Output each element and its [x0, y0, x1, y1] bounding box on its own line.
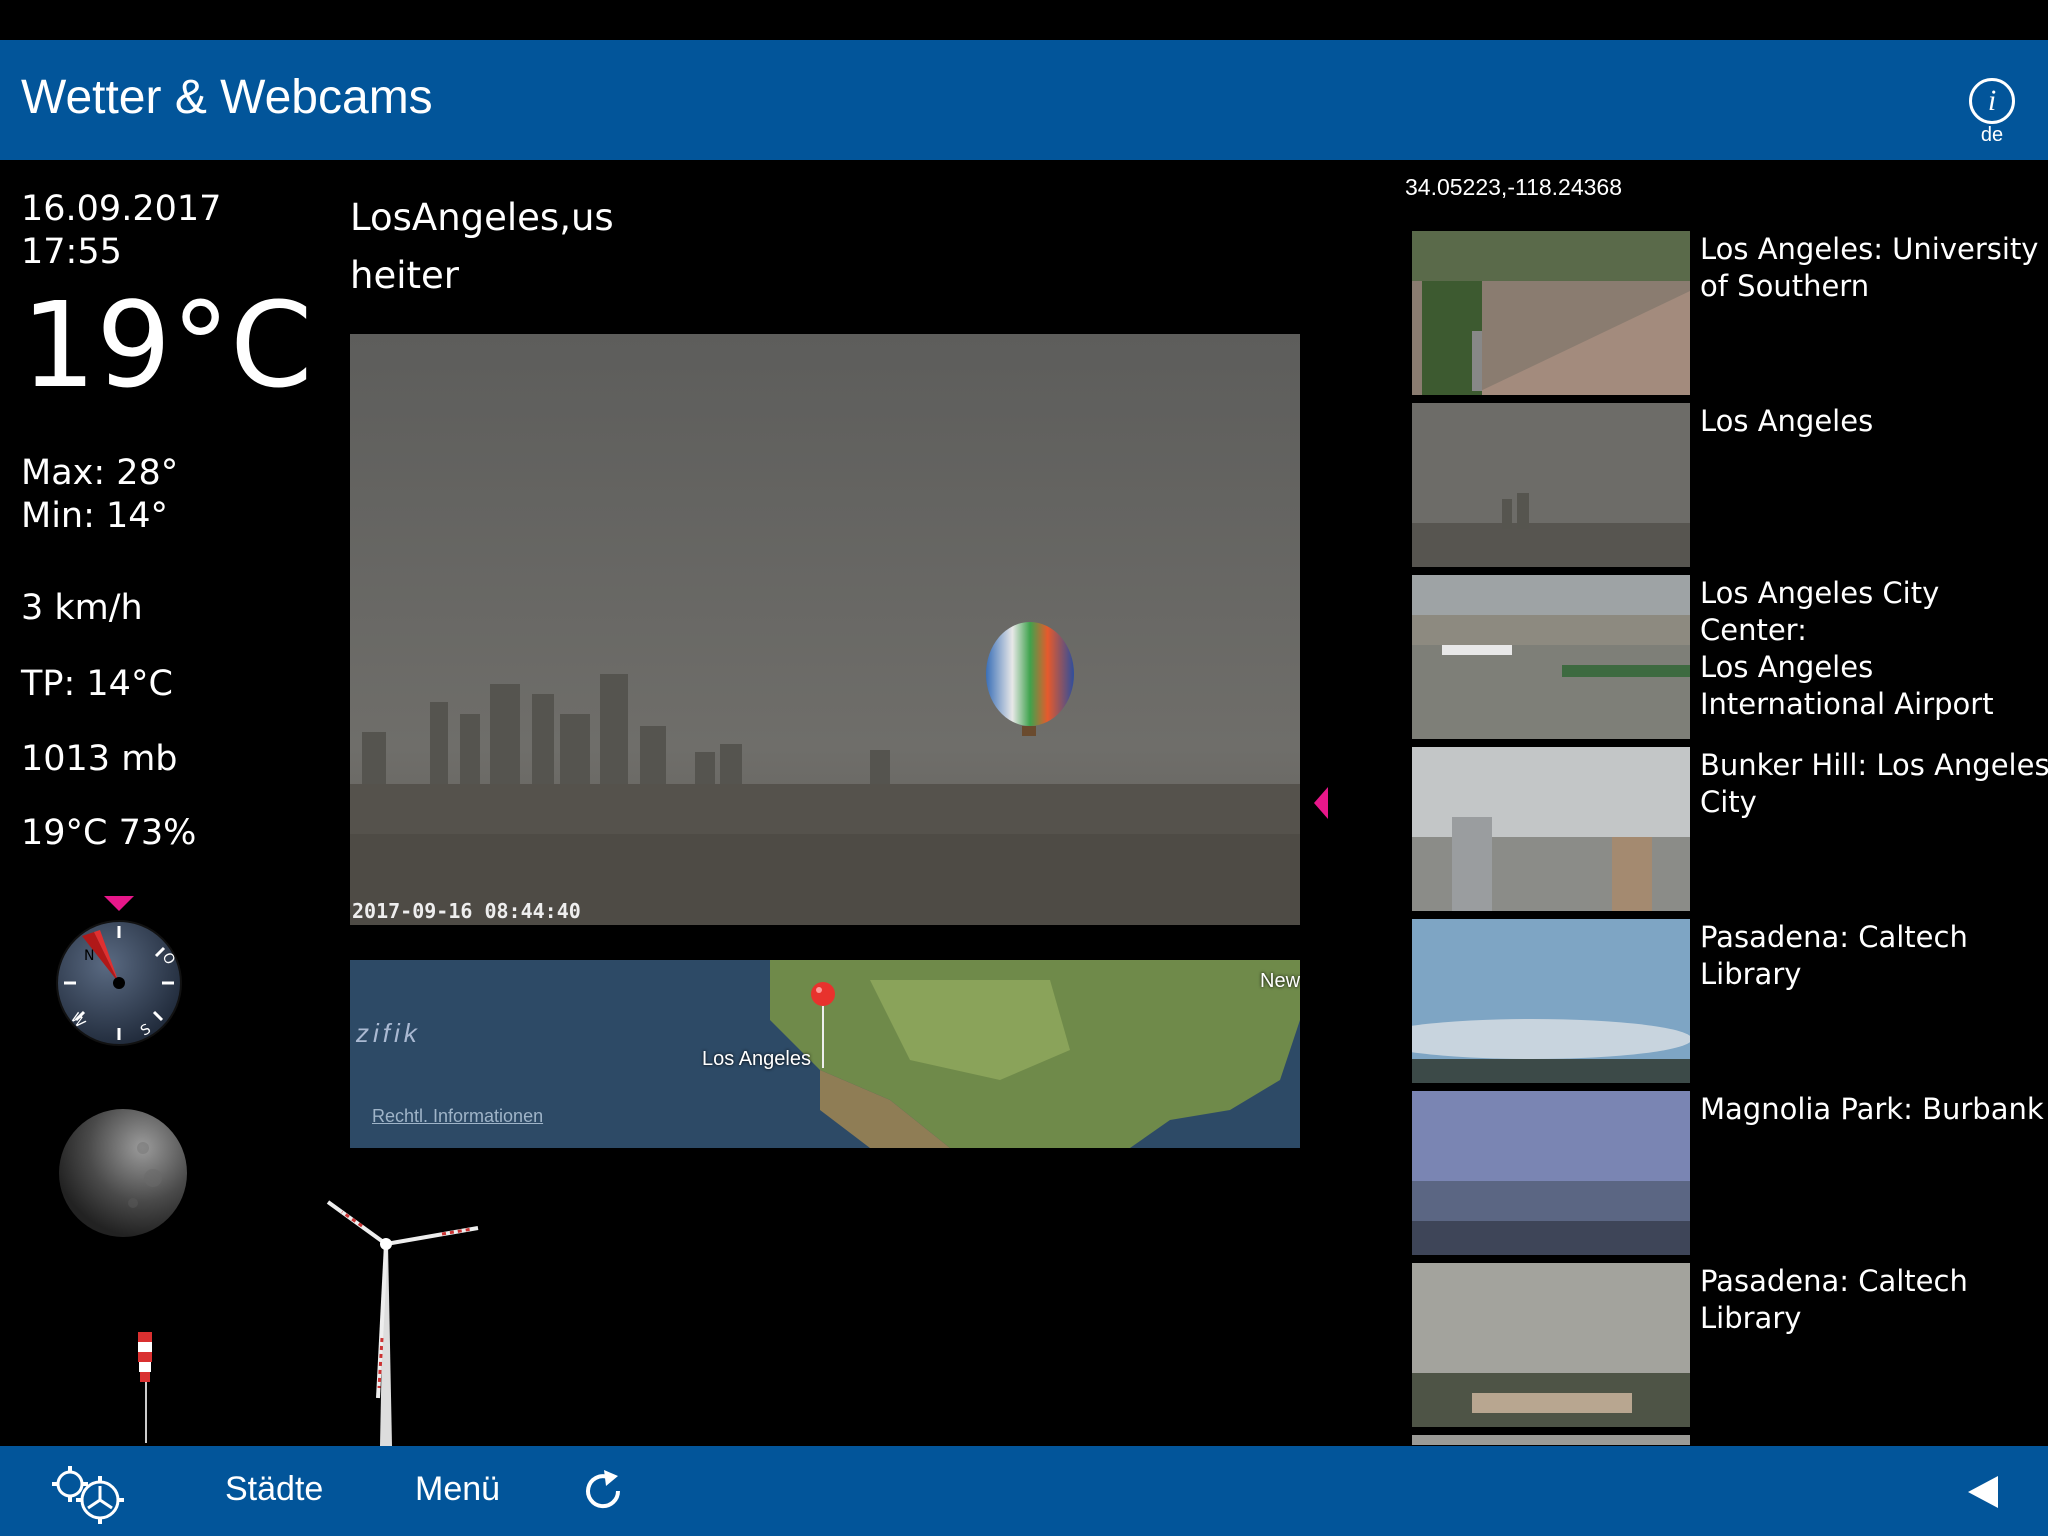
svg-text:N: N — [84, 948, 94, 964]
list-item[interactable]: Bunker Hill: Los Angeles City — [1412, 747, 2048, 911]
weather-condition: heiter — [350, 254, 459, 297]
city-name: LosAngeles,us — [350, 196, 614, 239]
info-icon: i — [1969, 78, 2015, 124]
webcam-thumbnail — [1412, 231, 1690, 395]
min-temperature: Min: 14° — [21, 496, 169, 536]
webcam-title: Los Angeles — [1700, 404, 1874, 438]
humidity: 19°C 73% — [21, 813, 197, 853]
windsock-icon — [138, 1332, 152, 1443]
app-title: Wetter & Webcams — [21, 71, 433, 124]
webcam-thumbnail — [1412, 1435, 1690, 1445]
dewpoint: TP: 14°C — [21, 664, 173, 704]
list-item[interactable]: Los Angeles City Center: Los Angeles Int… — [1412, 575, 2048, 739]
list-item[interactable] — [1412, 1435, 2048, 1445]
webcam-thumbnail — [1412, 1263, 1690, 1427]
bottom-toolbar: Städte Menü — [0, 1446, 2048, 1536]
list-item[interactable]: Los Angeles: University of Southern — [1412, 231, 2048, 395]
webcam-title: Bunker Hill: Los Angeles City — [1700, 748, 2048, 819]
moon-phase-icon — [59, 1109, 187, 1237]
list-item[interactable]: Pasadena: Caltech Library — [1412, 919, 2048, 1083]
webcam-thumbnail — [1412, 403, 1690, 567]
map-city-label: Los Angeles — [702, 1048, 811, 1070]
wind-turbine-icon — [326, 1200, 479, 1446]
date: 16.09.2017 — [21, 189, 222, 229]
webcam-skyline-image — [350, 334, 1300, 925]
legal-info-link[interactable]: Rechtl. Informationen — [372, 1106, 543, 1127]
max-min: Max: 28° Min: 14° — [21, 452, 178, 538]
webcam-thumbnail — [1412, 1091, 1690, 1255]
list-item[interactable]: Magnolia Park: Burbank — [1412, 1091, 2048, 1255]
info-button[interactable]: i de — [1966, 78, 2018, 158]
date-time: 16.09.2017 17:55 — [21, 188, 221, 274]
webcam-title: Pasadena: Caltech Library — [1700, 1264, 1968, 1335]
webcam-title: Magnolia Park: Burbank — [1700, 1092, 2044, 1126]
map-ocean-label: zifik — [356, 1018, 421, 1048]
weather-panel: 16.09.2017 17:55 19°C Max: 28° Min: 14° … — [0, 160, 330, 1445]
app-header: Wetter & Webcams i de — [0, 40, 2048, 160]
webcam-timestamp: 2017-09-16 08:44:40 — [352, 899, 581, 923]
max-temperature: Max: 28° — [21, 453, 179, 493]
menu-button[interactable]: Menü — [415, 1470, 500, 1509]
settings-gear-icon[interactable] — [46, 1462, 128, 1524]
webcam-title: Pasadena: Caltech Library — [1700, 920, 1968, 991]
refresh-icon[interactable] — [580, 1468, 626, 1514]
language-label: de — [1980, 124, 2004, 146]
webcam-thumbnail — [1412, 919, 1690, 1083]
coordinates: 34.05223,-118.24368 — [1405, 174, 1622, 200]
webcam-list: Los Angeles: University of Southern Los … — [1412, 231, 2048, 1445]
time: 17:55 — [21, 232, 122, 272]
list-item[interactable]: Los Angeles — [1412, 403, 2048, 567]
cities-button[interactable]: Städte — [225, 1470, 323, 1509]
location-map[interactable]: zifik Los Angeles New Rechtl. Informatio… — [350, 960, 1300, 1148]
back-arrow-icon[interactable] — [1968, 1476, 1998, 1508]
list-item[interactable]: Pasadena: Caltech Library — [1412, 1263, 2048, 1427]
webcam-thumbnail — [1412, 747, 1690, 911]
wind-speed: 3 km/h — [21, 588, 143, 628]
status-bar — [0, 0, 2048, 40]
webcam-title: Los Angeles: University of Southern — [1700, 232, 2039, 303]
compass-marker-icon — [104, 896, 134, 911]
collapse-arrow-icon[interactable] — [1314, 787, 1328, 819]
compass-icon: O S W N — [56, 920, 182, 1046]
current-temperature: 19°C — [21, 276, 313, 414]
map-ny-label: New — [1260, 970, 1300, 992]
main-webcam-image[interactable]: 2017-09-16 08:44:40 — [350, 334, 1300, 925]
webcam-thumbnail — [1412, 575, 1690, 739]
pressure: 1013 mb — [21, 739, 178, 779]
webcam-title: Los Angeles City Center: Los Angeles Int… — [1700, 576, 1994, 721]
map-pin-icon — [811, 982, 835, 1068]
